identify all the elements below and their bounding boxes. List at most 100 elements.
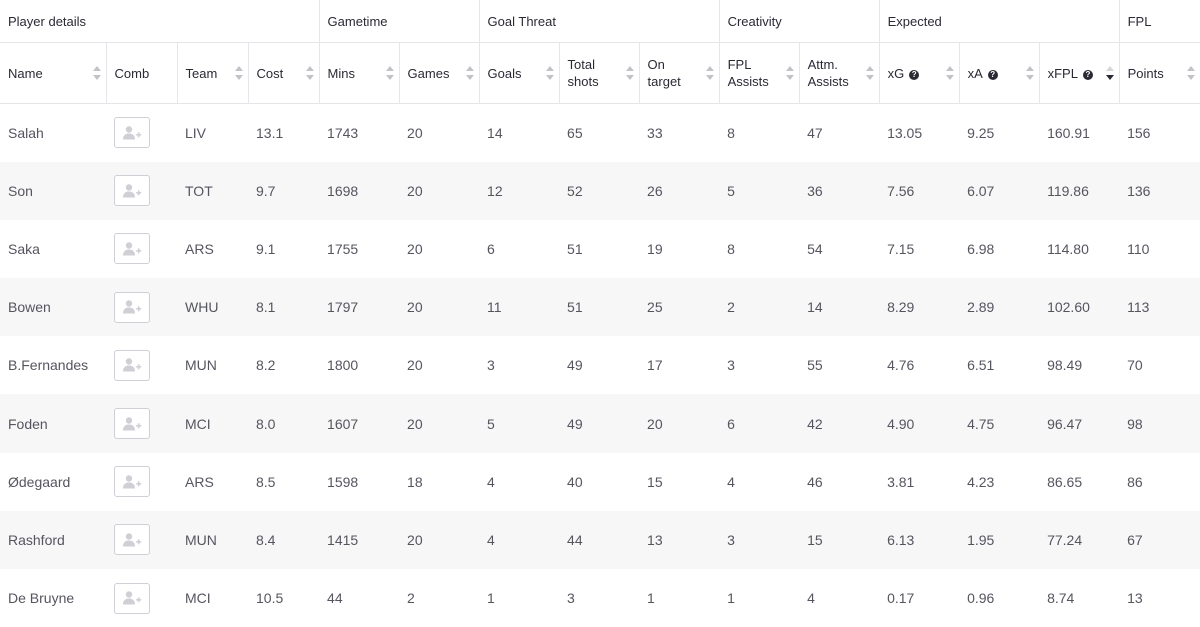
group-gametime: Gametime — [319, 0, 479, 43]
header-points[interactable]: Points — [1119, 43, 1200, 104]
header-team[interactable]: Team — [177, 43, 248, 104]
add-to-comb-button[interactable] — [114, 408, 150, 439]
sort-arrows-icon[interactable] — [1187, 66, 1195, 80]
player-name[interactable]: Foden — [0, 394, 106, 452]
header-mins[interactable]: Mins — [319, 43, 399, 104]
add-to-comb-button[interactable] — [114, 466, 150, 497]
sort-arrows-icon[interactable] — [306, 66, 314, 80]
header-on-target-label: On target — [648, 56, 688, 90]
on-target-value: 13 — [639, 511, 719, 569]
xg-value: 3.81 — [879, 453, 959, 511]
points-value: 70 — [1119, 336, 1200, 394]
help-circle-icon[interactable]: ? — [909, 70, 919, 80]
player-name[interactable]: B.Fernandes — [0, 336, 106, 394]
attm-assists-value: 47 — [799, 104, 879, 162]
player-name[interactable]: Rashford — [0, 511, 106, 569]
sort-descending-icon[interactable] — [1106, 66, 1114, 80]
goals-value: 12 — [479, 162, 559, 220]
sort-arrows-icon[interactable] — [466, 66, 474, 80]
column-group-row: Player details Gametime Goal Threat Crea… — [0, 0, 1200, 43]
total-shots-value: 52 — [559, 162, 639, 220]
sort-arrows-icon[interactable] — [866, 66, 874, 80]
sort-arrows-icon[interactable] — [946, 66, 954, 80]
table-row[interactable]: Son TOT 9.7 1698 20 12 52 26 5 36 7.56 6… — [0, 162, 1200, 220]
sort-arrows-icon[interactable] — [235, 66, 243, 80]
cost-value: 8.4 — [248, 511, 319, 569]
add-user-icon — [122, 357, 142, 373]
player-name[interactable]: Saka — [0, 220, 106, 278]
games-value: 20 — [399, 511, 479, 569]
add-to-comb-button[interactable] — [114, 175, 150, 206]
sort-arrows-icon[interactable] — [706, 66, 714, 80]
sort-arrows-icon[interactable] — [1026, 66, 1034, 80]
table-row[interactable]: Foden MCI 8.0 1607 20 5 49 20 6 42 4.90 … — [0, 394, 1200, 452]
team-code: WHU — [177, 278, 248, 336]
group-creativity: Creativity — [719, 0, 879, 43]
on-target-value: 15 — [639, 453, 719, 511]
sort-arrows-icon[interactable] — [386, 66, 394, 80]
fpl-assists-value: 1 — [719, 569, 799, 627]
player-name[interactable]: Son — [0, 162, 106, 220]
help-circle-icon[interactable]: ? — [1083, 70, 1093, 80]
xg-value: 4.90 — [879, 394, 959, 452]
header-total-shots[interactable]: Total shots — [559, 43, 639, 104]
header-name-label: Name — [8, 66, 43, 81]
table-row[interactable]: Ødegaard ARS 8.5 1598 18 4 40 15 4 46 3.… — [0, 453, 1200, 511]
group-expected: Expected — [879, 0, 1119, 43]
xfpl-value: 96.47 — [1039, 394, 1119, 452]
total-shots-value: 40 — [559, 453, 639, 511]
add-to-comb-button[interactable] — [114, 233, 150, 264]
total-shots-value: 65 — [559, 104, 639, 162]
table-row[interactable]: De Bruyne MCI 10.5 44 2 1 3 1 1 4 0.17 0… — [0, 569, 1200, 627]
mins-value: 1598 — [319, 453, 399, 511]
games-value: 20 — [399, 336, 479, 394]
header-cost[interactable]: Cost — [248, 43, 319, 104]
on-target-value: 17 — [639, 336, 719, 394]
goals-value: 14 — [479, 104, 559, 162]
attm-assists-value: 14 — [799, 278, 879, 336]
help-circle-icon[interactable]: ? — [988, 70, 998, 80]
player-name[interactable]: Ødegaard — [0, 453, 106, 511]
player-name[interactable]: Salah — [0, 104, 106, 162]
add-to-comb-button[interactable] — [114, 292, 150, 323]
comb-cell — [106, 162, 177, 220]
games-value: 20 — [399, 278, 479, 336]
table-row[interactable]: B.Fernandes MUN 8.2 1800 20 3 49 17 3 55… — [0, 336, 1200, 394]
add-to-comb-button[interactable] — [114, 583, 150, 614]
table-row[interactable]: Salah LIV 13.1 1743 20 14 65 33 8 47 13.… — [0, 104, 1200, 162]
add-to-comb-button[interactable] — [114, 524, 150, 555]
sort-arrows-icon[interactable] — [786, 66, 794, 80]
header-xg[interactable]: xG? — [879, 43, 959, 104]
header-attm-assists-label: Attm. Assists — [808, 56, 856, 90]
header-xfpl[interactable]: xFPL? — [1039, 43, 1119, 104]
header-attm-assists[interactable]: Attm. Assists — [799, 43, 879, 104]
player-name[interactable]: De Bruyne — [0, 569, 106, 627]
player-name[interactable]: Bowen — [0, 278, 106, 336]
team-code: TOT — [177, 162, 248, 220]
on-target-value: 33 — [639, 104, 719, 162]
header-xa[interactable]: xA? — [959, 43, 1039, 104]
table-row[interactable]: Saka ARS 9.1 1755 20 6 51 19 8 54 7.15 6… — [0, 220, 1200, 278]
comb-cell — [106, 394, 177, 452]
header-games[interactable]: Games — [399, 43, 479, 104]
cost-value: 8.5 — [248, 453, 319, 511]
header-name[interactable]: Name — [0, 43, 106, 104]
points-value: 98 — [1119, 394, 1200, 452]
games-value: 18 — [399, 453, 479, 511]
fpl-assists-value: 2 — [719, 278, 799, 336]
mins-value: 1607 — [319, 394, 399, 452]
header-goals[interactable]: Goals — [479, 43, 559, 104]
games-value: 20 — [399, 220, 479, 278]
add-to-comb-button[interactable] — [114, 350, 150, 381]
add-to-comb-button[interactable] — [114, 117, 150, 148]
table-row[interactable]: Rashford MUN 8.4 1415 20 4 44 13 3 15 6.… — [0, 511, 1200, 569]
header-fpl-assists[interactable]: FPL Assists — [719, 43, 799, 104]
sort-arrows-icon[interactable] — [546, 66, 554, 80]
table-row[interactable]: Bowen WHU 8.1 1797 20 11 51 25 2 14 8.29… — [0, 278, 1200, 336]
sort-arrows-icon[interactable] — [626, 66, 634, 80]
cost-value: 9.7 — [248, 162, 319, 220]
points-value: 13 — [1119, 569, 1200, 627]
header-on-target[interactable]: On target — [639, 43, 719, 104]
team-code: MUN — [177, 511, 248, 569]
sort-arrows-icon[interactable] — [93, 66, 101, 80]
